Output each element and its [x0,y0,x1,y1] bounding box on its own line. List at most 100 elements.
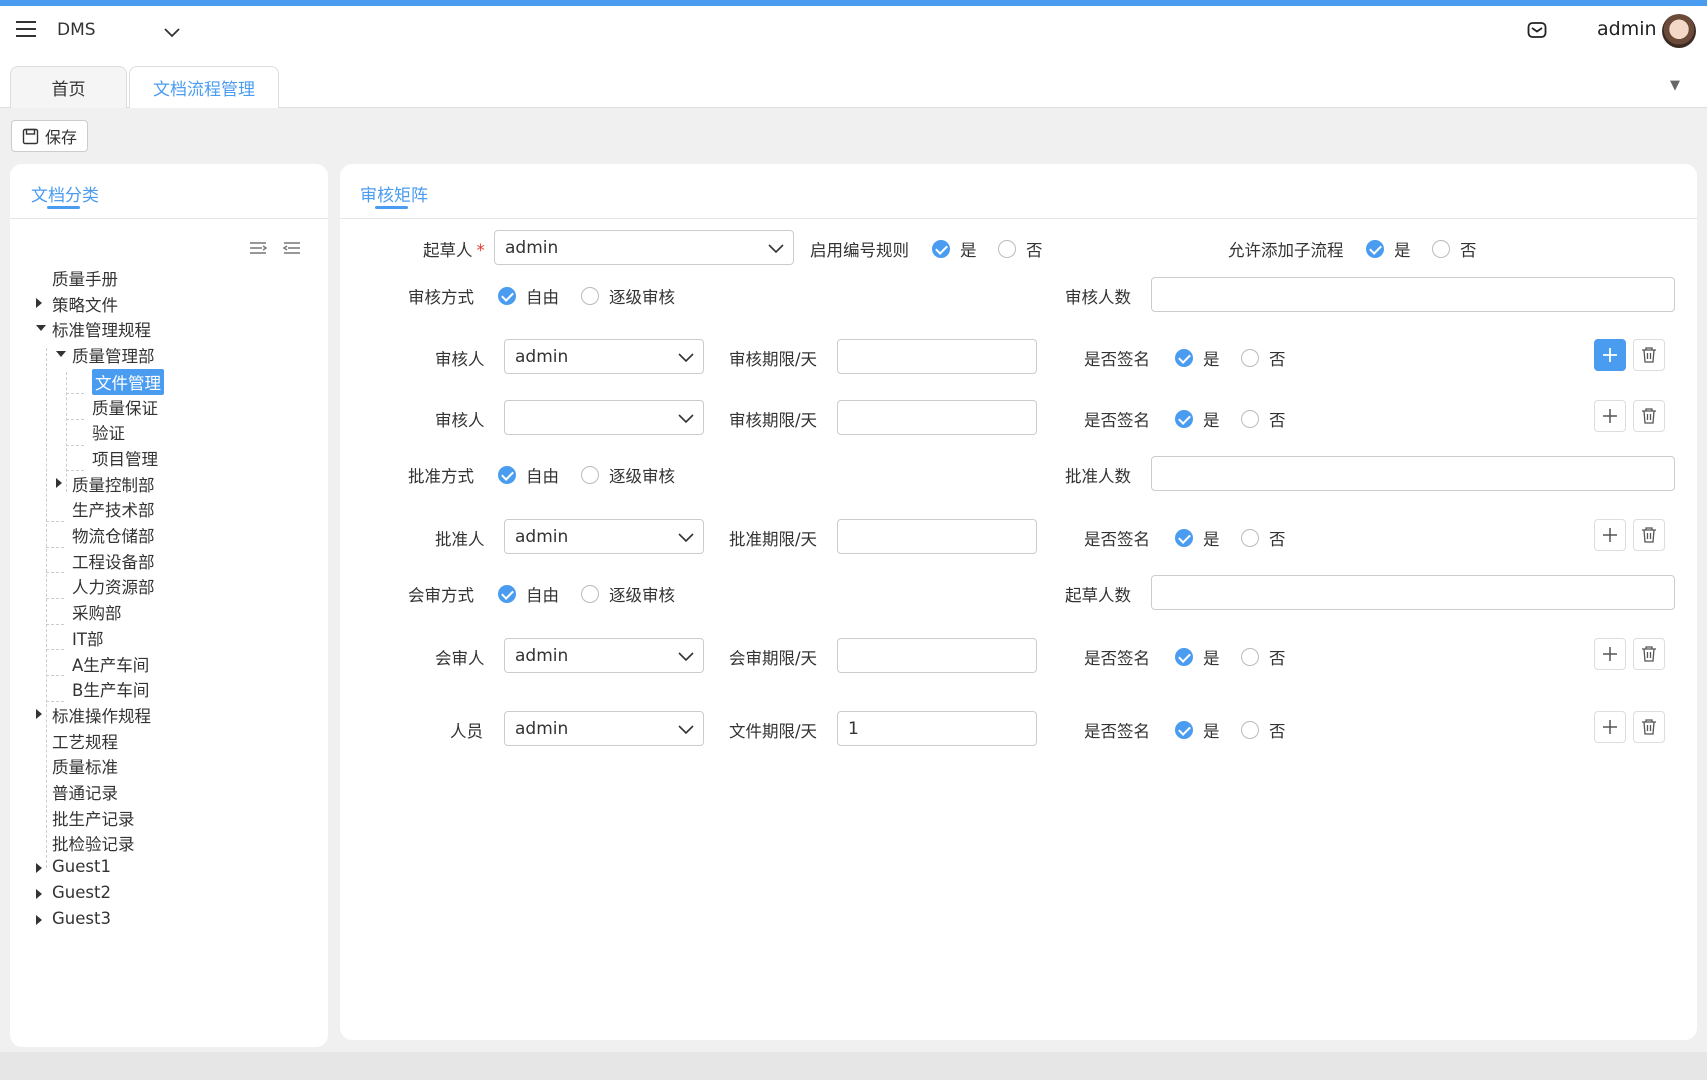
caret-down-icon[interactable] [56,351,66,358]
tree-node[interactable]: 物流仓储部 [72,523,155,547]
sign-no-radio[interactable]: 否 [1241,407,1286,431]
add-reviewer-button[interactable] [1594,400,1626,432]
tree-node[interactable]: 质量标准 [52,754,118,778]
delete-reviewer-button[interactable] [1633,339,1665,371]
tree-node[interactable]: 工程设备部 [72,549,155,573]
tree-node[interactable]: 文件管理 [92,368,164,395]
subflow-yes-radio[interactable]: 是 [1366,237,1411,261]
avatar[interactable] [1662,14,1696,48]
delete-reviewer-button[interactable] [1633,400,1665,432]
review-stepwise-radio[interactable]: 逐级审核 [581,284,675,308]
caret-right-icon[interactable] [56,477,62,488]
countersign-term-input[interactable] [837,638,1037,673]
approve-stepwise-radio[interactable]: 逐级审核 [581,463,675,487]
collapse-all-icon[interactable] [282,238,302,258]
add-reviewer-button[interactable] [1594,339,1626,371]
add-personnel-button[interactable] [1594,711,1626,743]
save-button[interactable]: 保存 [11,120,88,152]
tree-node[interactable]: 验证 [92,420,125,444]
approver-count-input[interactable] [1151,456,1675,491]
tree-node[interactable]: 标准管理规程 [36,317,151,341]
expand-all-icon[interactable] [248,238,268,258]
sign-no-radio[interactable]: 否 [1241,346,1286,370]
sign-no-radio[interactable]: 否 [1241,526,1286,550]
caret-down-icon[interactable] [36,325,46,332]
panel-title[interactable]: 审核矩阵 [360,181,428,206]
tree-guide [46,598,64,599]
tree-node[interactable]: 质量管理部 [56,343,155,367]
radio-dot [1241,721,1259,739]
countersigner-select[interactable]: admin [504,638,704,673]
caret-right-icon[interactable] [36,914,42,925]
add-approver-button[interactable] [1594,519,1626,551]
sign-yes-radio[interactable]: 是 [1175,407,1220,431]
tab-menu-arrow-icon[interactable]: ▼ [1670,78,1680,93]
tab-document-flow[interactable]: 文档流程管理 [129,66,279,108]
radio-label: 否 [1269,411,1286,430]
caret-right-icon[interactable] [36,888,42,899]
tree-node[interactable]: 策略文件 [36,292,118,316]
delete-countersigner-button[interactable] [1633,638,1665,670]
file-term-input[interactable]: 1 [837,711,1037,746]
tree-node[interactable]: B生产车间 [72,677,149,701]
approve-free-radio[interactable]: 自由 [498,463,559,487]
approve-term-input[interactable] [837,519,1037,554]
caret-right-icon[interactable] [36,708,42,719]
delete-approver-button[interactable] [1633,519,1665,551]
review-term-input[interactable] [837,400,1037,435]
chevron-down-icon[interactable] [162,22,182,42]
review-free-radio[interactable]: 自由 [498,284,559,308]
sign-yes-radio[interactable]: 是 [1175,346,1220,370]
mail-icon[interactable] [1526,19,1548,41]
sign-yes-radio[interactable]: 是 [1175,645,1220,669]
drafter-count-input[interactable] [1151,575,1675,610]
tree-guide [46,675,64,676]
tree-node-label: 验证 [92,424,125,444]
app-name[interactable]: DMS [57,20,96,40]
reviewer-label: 审核人 [435,411,485,430]
caret-right-icon[interactable] [36,863,42,874]
review-term-input[interactable] [837,339,1037,374]
tree-node[interactable]: Guest2 [36,883,111,902]
personnel-select[interactable]: admin [504,711,704,746]
reviewer-select[interactable] [504,400,704,435]
reviewer-select[interactable]: admin [504,339,704,374]
sign-yes-radio[interactable]: 是 [1175,718,1220,742]
delete-personnel-button[interactable] [1633,711,1665,743]
numbering-yes-radio[interactable]: 是 [932,237,977,261]
numbering-no-radio[interactable]: 否 [998,237,1043,261]
hamburger-menu-icon[interactable] [16,21,36,39]
reviewer-count-input[interactable] [1151,277,1675,312]
countersign-free-radio[interactable]: 自由 [498,582,559,606]
user-name[interactable]: admin [1597,18,1657,40]
tree-node[interactable]: 质量控制部 [56,472,155,496]
radio-dot [1175,349,1193,367]
drafter-select[interactable]: admin [494,230,794,265]
sign-no-radio[interactable]: 否 [1241,645,1286,669]
tree-node[interactable]: 批检验记录 [52,831,135,855]
tree-node[interactable]: A生产车间 [72,652,149,676]
tree-guide [46,649,64,650]
tree-node[interactable]: 项目管理 [92,446,158,470]
tree-node[interactable]: 质量保证 [92,395,158,419]
sign-yes-radio[interactable]: 是 [1175,526,1220,550]
tree-node[interactable]: 普通记录 [52,780,118,804]
tab-home[interactable]: 首页 [10,66,127,108]
tree-node[interactable]: 批生产记录 [52,806,135,830]
tree-node[interactable]: 人力资源部 [72,574,155,598]
approver-select[interactable]: admin [504,519,704,554]
tree-node[interactable]: 标准操作规程 [36,703,151,727]
sign-no-radio[interactable]: 否 [1241,718,1286,742]
tree-node[interactable]: IT部 [72,626,103,650]
add-countersigner-button[interactable] [1594,638,1626,670]
tree-node[interactable]: Guest3 [36,909,111,928]
panel-title[interactable]: 文档分类 [31,181,99,206]
tree-node[interactable]: 生产技术部 [72,497,155,521]
subflow-no-radio[interactable]: 否 [1432,237,1477,261]
tree-node[interactable]: Guest1 [36,857,111,876]
tree-node[interactable]: 采购部 [72,600,122,624]
tree-node[interactable]: 质量手册 [52,266,118,290]
tree-node[interactable]: 工艺规程 [52,729,118,753]
caret-right-icon[interactable] [36,297,42,308]
countersign-stepwise-radio[interactable]: 逐级审核 [581,582,675,606]
